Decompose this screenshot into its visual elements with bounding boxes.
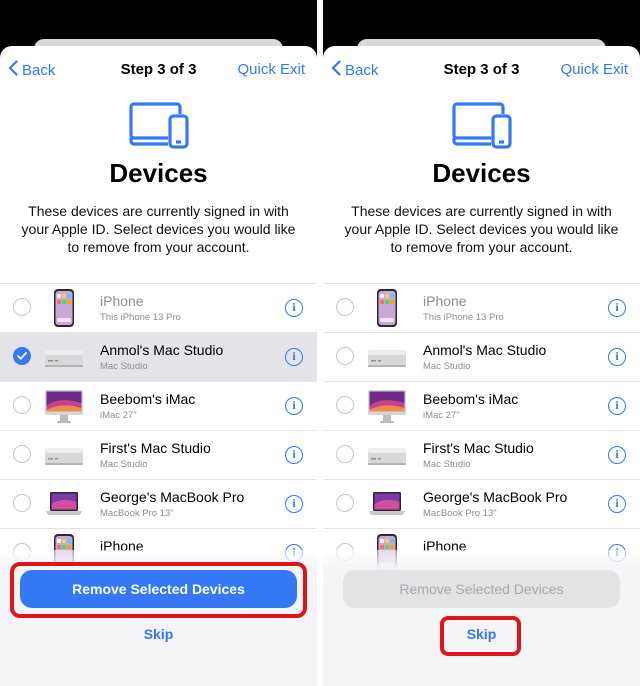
device-model: iMac 27" xyxy=(100,410,137,421)
device-row[interactable]: Beebom's iMac iMac 27" i xyxy=(0,381,317,430)
device-row[interactable]: George's MacBook Pro MacBook Pro 13" i xyxy=(323,479,640,528)
devices-icon xyxy=(128,102,190,150)
info-icon[interactable]: i xyxy=(285,397,303,415)
page-title: Devices xyxy=(109,158,208,188)
devices-icon xyxy=(451,102,513,150)
device-list: iPhone This iPhone 13 Pro i Anmol's Mac Stu… xyxy=(0,283,317,577)
unchecked-radio[interactable] xyxy=(336,396,354,414)
navigation-bar: Back Step 3 of 3 Quick Exit xyxy=(323,46,640,92)
device-model: This iPhone 13 Pro xyxy=(100,312,181,323)
page-description: These devices are currently signed in wi… xyxy=(21,203,296,255)
device-row[interactable]: Beebom's iMac iMac 27" i xyxy=(323,381,640,430)
unchecked-radio[interactable] xyxy=(336,445,354,463)
navigation-bar: Back Step 3 of 3 Quick Exit xyxy=(0,46,317,92)
info-icon[interactable]: i xyxy=(608,348,626,366)
device-model: MacBook Pro 13" xyxy=(423,508,497,519)
phone-screen-1: Back Step 3 of 3 Quick Exit Devices These de… xyxy=(0,0,317,686)
device-row[interactable]: George's MacBook Pro MacBook Pro 13" i xyxy=(0,479,317,528)
device-model: Mac Studio xyxy=(100,361,148,372)
info-icon[interactable]: i xyxy=(285,495,303,513)
device-row[interactable]: Anmol's Mac Studio Mac Studio i xyxy=(323,332,640,381)
unchecked-radio[interactable] xyxy=(336,347,354,365)
device-name: George's MacBook Pro xyxy=(423,489,568,505)
device-name: George's MacBook Pro xyxy=(100,489,245,505)
device-model: Mac Studio xyxy=(423,361,471,372)
quick-exit-button[interactable]: Quick Exit xyxy=(560,61,628,78)
skip-button[interactable]: Skip xyxy=(0,626,317,642)
info-icon[interactable]: i xyxy=(285,348,303,366)
mac-studio-icon xyxy=(367,435,407,475)
device-name: iPhone xyxy=(100,293,144,309)
device-name: Beebom's iMac xyxy=(423,391,519,407)
info-icon[interactable]: i xyxy=(285,446,303,464)
device-row[interactable]: iPhone This iPhone 13 Pro i xyxy=(323,283,640,332)
unchecked-radio[interactable] xyxy=(336,298,354,316)
device-row[interactable]: iPhone This iPhone 13 Pro i xyxy=(0,283,317,332)
highlight-box xyxy=(440,616,521,656)
mac-studio-icon xyxy=(44,435,84,475)
security-check-sheet: Back Step 3 of 3 Quick Exit Devices These de… xyxy=(323,46,640,686)
macbook-icon xyxy=(367,484,407,524)
unchecked-radio[interactable] xyxy=(13,298,31,316)
macbook-icon xyxy=(44,484,84,524)
device-model: This iPhone 13 Pro xyxy=(423,312,504,323)
info-icon[interactable]: i xyxy=(285,299,303,317)
device-name: Anmol's Mac Studio xyxy=(100,342,224,358)
checked-radio[interactable] xyxy=(13,347,31,365)
mac-studio-icon xyxy=(44,337,84,377)
device-name: First's Mac Studio xyxy=(100,440,211,456)
info-icon[interactable]: i xyxy=(608,495,626,513)
highlight-box xyxy=(10,562,307,618)
remove-selected-devices-button[interactable]: Remove Selected Devices xyxy=(343,570,620,608)
info-icon[interactable]: i xyxy=(608,446,626,464)
info-icon[interactable]: i xyxy=(608,397,626,415)
iphone-icon xyxy=(367,288,407,328)
device-row[interactable]: First's Mac Studio Mac Studio i xyxy=(0,430,317,479)
quick-exit-button[interactable]: Quick Exit xyxy=(237,61,305,78)
device-model: Mac Studio xyxy=(100,459,148,470)
page-description: These devices are currently signed in wi… xyxy=(344,203,619,255)
unchecked-radio[interactable] xyxy=(13,396,31,414)
device-list: iPhone This iPhone 13 Pro i Anmol's Mac Stu… xyxy=(323,283,640,577)
unchecked-radio[interactable] xyxy=(13,494,31,512)
mac-studio-icon xyxy=(367,337,407,377)
unchecked-radio[interactable] xyxy=(13,445,31,463)
device-name: iPhone xyxy=(423,293,467,309)
device-name: Beebom's iMac xyxy=(100,391,196,407)
security-check-sheet: Back Step 3 of 3 Quick Exit Devices These de… xyxy=(0,46,317,686)
device-model: iMac 27" xyxy=(423,410,460,421)
imac-icon xyxy=(44,386,84,426)
device-name: Anmol's Mac Studio xyxy=(423,342,547,358)
checkmark-icon xyxy=(17,352,27,360)
device-model: MacBook Pro 13" xyxy=(100,508,174,519)
unchecked-radio[interactable] xyxy=(336,494,354,512)
phone-screen-2: Back Step 3 of 3 Quick Exit Devices These de… xyxy=(323,0,640,686)
page-title: Devices xyxy=(432,158,531,188)
device-row[interactable]: First's Mac Studio Mac Studio i xyxy=(323,430,640,479)
device-row[interactable]: Anmol's Mac Studio Mac Studio i xyxy=(0,332,317,381)
device-model: Mac Studio xyxy=(423,459,471,470)
info-icon[interactable]: i xyxy=(608,299,626,317)
imac-icon xyxy=(367,386,407,426)
device-name: First's Mac Studio xyxy=(423,440,534,456)
iphone-icon xyxy=(44,288,84,328)
